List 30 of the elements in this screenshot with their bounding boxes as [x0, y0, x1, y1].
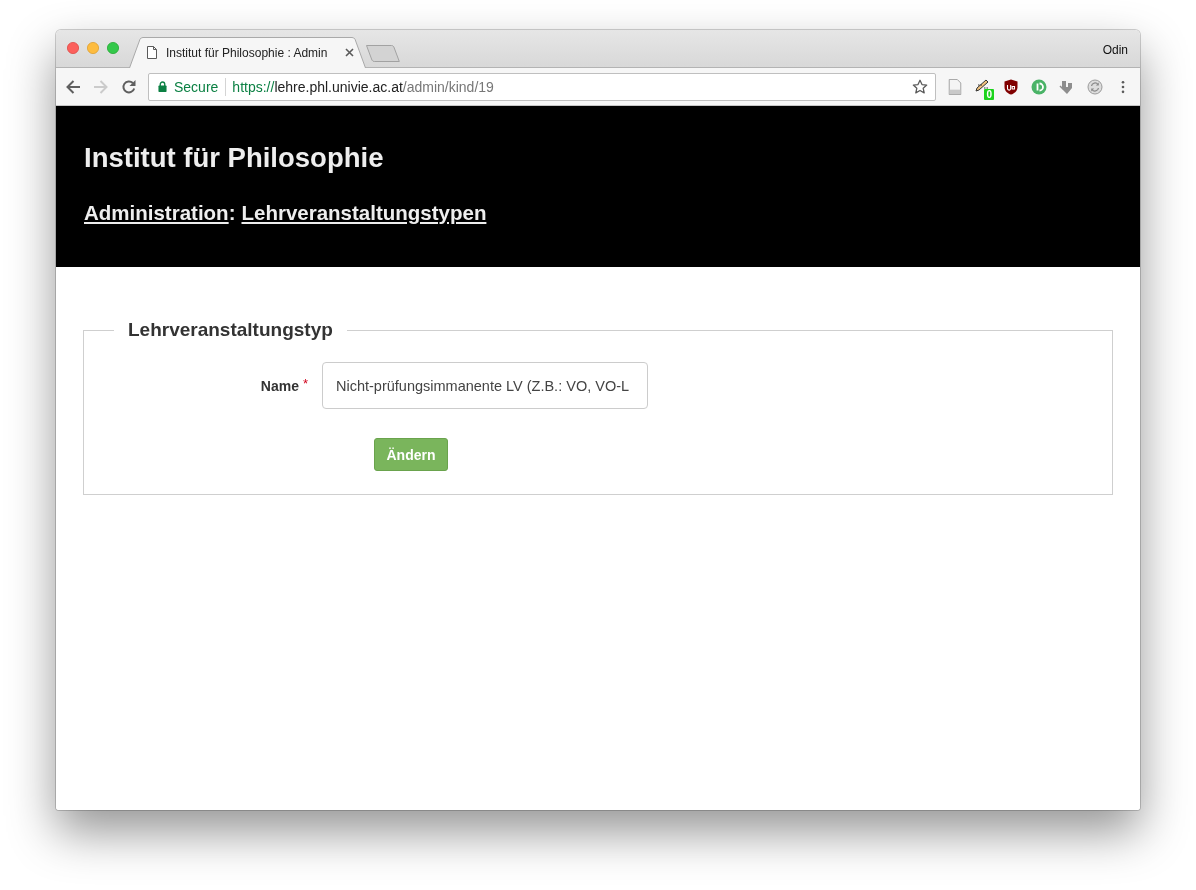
address-bar[interactable]: Secure https://lehre.phl.univie.ac.at/admin/kind/19 [148, 72, 936, 101]
close-icon[interactable] [345, 48, 354, 57]
lock-icon [158, 81, 167, 92]
profile-name[interactable]: Odin [1102, 42, 1128, 57]
name-input[interactable]: Nicht-prüfungsimmanente LV (Z.B.: VO, VO-L [322, 362, 648, 409]
shield-icon[interactable] [1003, 78, 1019, 95]
breadcrumb-link[interactable]: Administration [84, 200, 229, 226]
security-label: Secure [174, 78, 219, 95]
new-tab-button[interactable] [366, 45, 400, 62]
reload-icon[interactable] [121, 78, 137, 95]
back-icon[interactable] [65, 78, 81, 95]
star-icon[interactable] [912, 78, 928, 95]
breadcrumb-link[interactable]: Lehrveranstaltungstypen [241, 200, 487, 226]
required-mark: * [302, 376, 308, 391]
page-icon [147, 46, 157, 59]
url-text[interactable]: https://lehre.phl.univie.ac.at/admin/kind/19 [232, 78, 912, 95]
badge-count: 0 [984, 88, 994, 100]
minimize-icon[interactable] [87, 42, 99, 54]
sync-icon[interactable] [1087, 78, 1103, 95]
form-legend: Lehrveranstaltungstyp [114, 318, 347, 342]
field-label: Name [260, 377, 299, 394]
menu-icon[interactable] [1121, 79, 1125, 94]
breadcrumb-separator: : [228, 200, 236, 226]
site-title: Institut für Philosophie [84, 142, 385, 174]
browser-tab[interactable]: Institut für Philosophie : Admin [129, 37, 366, 68]
maximize-icon[interactable] [107, 42, 119, 54]
document-icon[interactable] [947, 78, 963, 95]
disc-icon[interactable] [1031, 78, 1047, 95]
arrow-down-icon[interactable] [1059, 78, 1075, 95]
close-icon[interactable] [67, 42, 79, 54]
